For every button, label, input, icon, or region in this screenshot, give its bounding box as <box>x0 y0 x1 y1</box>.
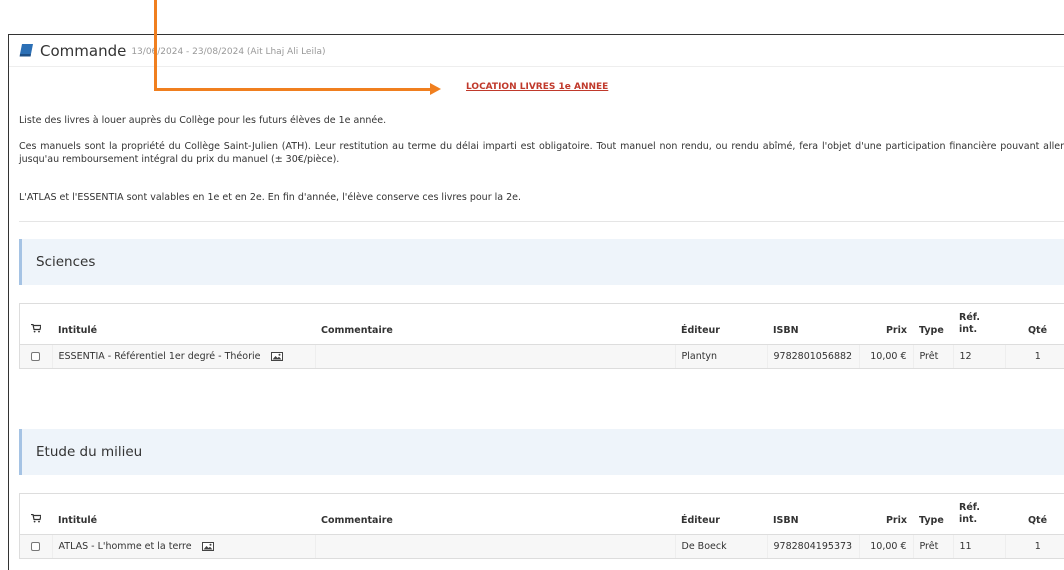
ref-cell: 11 <box>953 534 1006 558</box>
publisher-cell: De Boeck <box>675 534 768 558</box>
cart-column-header <box>20 304 52 345</box>
cart-icon <box>31 513 42 522</box>
table-row: ATLAS - L'homme et la terre De Boeck 978… <box>20 534 1064 558</box>
book-icon <box>19 44 33 57</box>
book-title: ATLAS - L'homme et la terre <box>58 540 192 552</box>
price-column-header: Prix <box>859 494 913 535</box>
ref-header-line2: int. <box>959 323 978 335</box>
table-header-row: Intitulé Commentaire Éditeur ISBN Prix T… <box>20 494 1064 535</box>
ref-header-line1: Réf. <box>959 311 980 323</box>
divider <box>19 221 1064 222</box>
section-header-sciences: Sciences <box>19 239 1064 285</box>
row-checkbox[interactable] <box>31 541 41 551</box>
isbn-cell: 9782801056882 <box>767 344 860 368</box>
isbn-column-header: ISBN <box>767 494 859 535</box>
section-header-etude-du-milieu: Etude du milieu <box>19 429 1064 475</box>
row-checkbox[interactable] <box>31 351 41 361</box>
isbn-cell: 9782804195373 <box>767 534 860 558</box>
cart-icon <box>31 323 42 332</box>
page-title: Commande <box>40 41 127 60</box>
type-cell: Prêt <box>913 534 954 558</box>
order-panel: Commande 13/06/2024 - 23/08/2024 (Ait Lh… <box>8 34 1064 570</box>
book-title-cell: ESSENTIA - Référentiel 1er degré - Théor… <box>52 344 316 368</box>
comment-column-header: Commentaire <box>315 494 675 535</box>
table-row: ESSENTIA - Référentiel 1er degré - Théor… <box>20 344 1064 368</box>
qty-column-header: Qté <box>1005 304 1064 345</box>
book-title: ESSENTIA - Référentiel 1er degré - Théor… <box>58 350 261 362</box>
book-table-sciences: Intitulé Commentaire Éditeur ISBN Prix T… <box>19 303 1064 369</box>
annotation-arrow-vertical <box>154 0 157 91</box>
image-icon[interactable] <box>270 351 283 361</box>
qty-cell: 1 <box>1034 540 1041 552</box>
ref-column-header: Réf. int. <box>953 304 1005 345</box>
validity-paragraph: L'ATLAS et l'ESSENTIA sont valables en 1… <box>19 192 522 203</box>
type-column-header: Type <box>913 494 953 535</box>
table-header-row: Intitulé Commentaire Éditeur ISBN Prix T… <box>20 304 1064 345</box>
title-column-header: Intitulé <box>52 304 315 345</box>
image-icon[interactable] <box>201 541 214 551</box>
qty-cell: 1 <box>1034 350 1041 362</box>
type-column-header: Type <box>913 304 953 345</box>
section-title: Etude du milieu <box>36 444 143 460</box>
ref-header-line1: Réf. <box>959 501 980 513</box>
qty-column-header: Qté <box>1005 494 1064 535</box>
cart-column-header <box>20 494 52 535</box>
annotation-arrow-horizontal <box>154 88 432 91</box>
panel-header: Commande 13/06/2024 - 23/08/2024 (Ait Lh… <box>9 35 1064 67</box>
row-select-cell <box>20 534 53 558</box>
price-column-header: Prix <box>859 304 913 345</box>
price-cell: 10,00 € <box>859 534 914 558</box>
ref-column-header: Réf. int. <box>953 494 1005 535</box>
publisher-column-header: Éditeur <box>675 494 767 535</box>
book-title-cell: ATLAS - L'homme et la terre <box>52 534 316 558</box>
ref-header-line2: int. <box>959 513 978 525</box>
location-heading-link[interactable]: LOCATION LIVRES 1e ANNEE <box>466 82 608 92</box>
publisher-column-header: Éditeur <box>675 304 767 345</box>
type-cell: Prêt <box>913 344 954 368</box>
price-cell: 10,00 € <box>859 344 914 368</box>
section-title: Sciences <box>36 254 96 270</box>
isbn-column-header: ISBN <box>767 304 859 345</box>
comment-cell <box>315 534 676 558</box>
comment-column-header: Commentaire <box>315 304 675 345</box>
publisher-cell: Plantyn <box>675 344 768 368</box>
ref-cell: 12 <box>953 344 1006 368</box>
comment-cell <box>315 344 676 368</box>
book-table-etude-du-milieu: Intitulé Commentaire Éditeur ISBN Prix T… <box>19 493 1064 559</box>
title-column-header: Intitulé <box>52 494 315 535</box>
intro-paragraph: Liste des livres à louer auprès du Collè… <box>19 115 387 126</box>
ownership-paragraph: Ces manuels sont la propriété du Collège… <box>19 141 1064 165</box>
row-select-cell <box>20 344 53 368</box>
annotation-arrow-head <box>430 83 441 95</box>
order-dates: 13/06/2024 - 23/08/2024 (Ait Lhaj Ali Le… <box>131 46 326 57</box>
